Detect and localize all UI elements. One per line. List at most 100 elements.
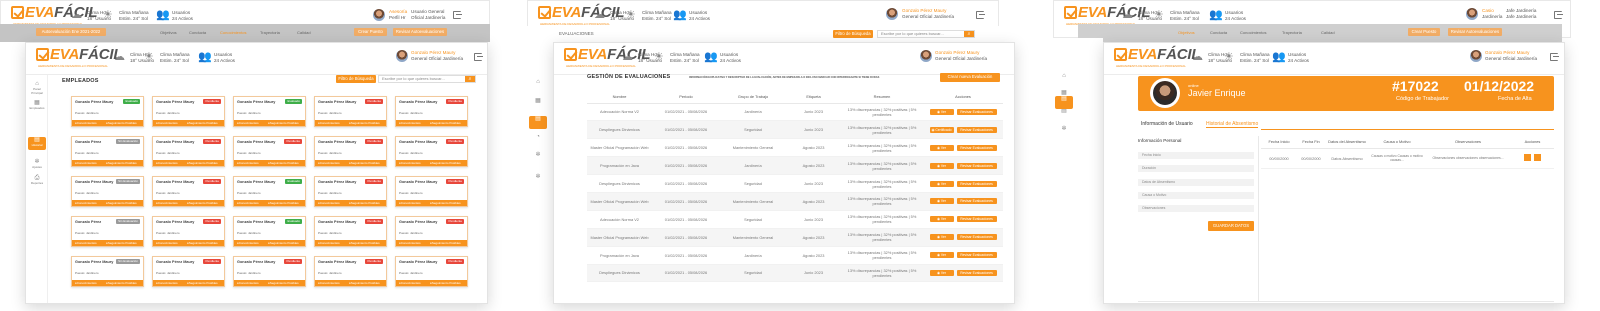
conocimientos-link[interactable]: ● Conocimientos: [318, 120, 340, 126]
review-button[interactable]: Revisar Evaluaciones: [956, 180, 997, 187]
seguimiento-link[interactable]: ● Seguimiento Posibles: [349, 120, 380, 126]
col-resumen[interactable]: Resumen: [841, 91, 923, 104]
conocimientos-link[interactable]: ● Conocimientos: [399, 160, 421, 166]
conocimientos-link[interactable]: ● Conocimientos: [156, 240, 178, 246]
employee-card[interactable]: Gonzalo Pérez Maury Evaluado Puesto: Jardi…: [233, 216, 306, 247]
seguimiento-link[interactable]: ● Seguimiento Posibles: [430, 160, 461, 166]
employee-card[interactable]: Gonzalo Pérez Maury Evaluado Puesto: Jardi…: [233, 96, 306, 127]
employee-card[interactable]: Gonzalo Pérez Maury Pendiente Puesto: Jard…: [395, 96, 468, 127]
employee-card[interactable]: Gonzalo Pérez Maury Pendiente Puesto: Jard…: [152, 176, 225, 207]
conocimientos-link[interactable]: ● Conocimientos: [399, 200, 421, 206]
employee-card[interactable]: Gonzalo Pérez Sin Evaluación Puesto: Jardi…: [71, 216, 144, 247]
tab-absences[interactable]: Historial de Absentismo: [1206, 121, 1259, 128]
filter-button-bg[interactable]: Filtro de Búsqueda: [833, 30, 873, 38]
seguimiento-link[interactable]: ● Seguimiento Posibles: [187, 200, 218, 206]
save-button[interactable]: GUARDAR DATOS: [1208, 221, 1254, 231]
avatar[interactable]: [1466, 8, 1478, 20]
conocimientos-link[interactable]: ● Conocimientos: [399, 280, 421, 286]
employee-card[interactable]: Gonzalo Pérez Maury Pendiente Puesto: Jard…: [233, 256, 306, 287]
conocimientos-link[interactable]: ● Conocimientos: [75, 200, 97, 206]
conocimientos-link[interactable]: ● Conocimientos: [75, 280, 97, 286]
seguimiento-link[interactable]: ● Seguimiento Posibles: [106, 120, 137, 126]
abs-col-start[interactable]: Fecha Inicio: [1261, 136, 1297, 149]
seguimiento-link[interactable]: ● Seguimiento Posibles: [268, 160, 299, 166]
col-nombre[interactable]: Nombre: [587, 91, 652, 104]
col-etiqueta[interactable]: Etiqueta: [786, 91, 841, 104]
seguimiento-link[interactable]: ● Seguimiento Posibles: [430, 120, 461, 126]
review-button[interactable]: Revisar Evaluaciones: [956, 144, 997, 151]
seguimiento-link[interactable]: ● Seguimiento Posibles: [187, 280, 218, 286]
employee-card[interactable]: Gonzalo Pérez Maury Sin Evaluación Puesto:…: [71, 176, 144, 207]
seguimiento-link[interactable]: ● Seguimiento Posibles: [349, 280, 380, 286]
view-button[interactable]: ◉ Ver: [929, 198, 954, 205]
avatar[interactable]: [920, 50, 932, 62]
autoeval-button[interactable]: Autoevaluación Ene 2021-2022: [36, 28, 106, 36]
seguimiento-link[interactable]: ● Seguimiento Posibles: [106, 160, 137, 166]
review-button[interactable]: Revisar Evaluaciones: [956, 252, 997, 259]
review-button[interactable]: Revisar Evaluaciones: [956, 162, 997, 169]
seguimiento-link[interactable]: ● Seguimiento Posibles: [187, 160, 218, 166]
sidebar-item-reportes[interactable]: ⎙ Reportes: [28, 175, 46, 188]
avatar[interactable]: [373, 9, 385, 21]
conocimientos-link[interactable]: ● Conocimientos: [237, 280, 259, 286]
conocimientos-link[interactable]: ● Conocimientos: [399, 120, 421, 126]
table-row[interactable]: Despliegues Dinámicos 01/02/2021 - 05/08/…: [587, 174, 1003, 193]
logout-icon[interactable]: [1554, 11, 1563, 19]
seguimiento-link[interactable]: ● Seguimiento Posibles: [430, 280, 461, 286]
conocimientos-link[interactable]: ● Conocimientos: [318, 240, 340, 246]
employee-card[interactable]: Gonzalo Pérez Maury Pendiente Puesto: Jard…: [152, 96, 225, 127]
edit-icon[interactable]: [1524, 154, 1531, 161]
table-row[interactable]: Master Oficial Programación Web 01/02/202…: [587, 228, 1003, 247]
review-button[interactable]: Revisar Evaluaciones: [956, 234, 997, 241]
delete-icon[interactable]: [1534, 154, 1541, 161]
logout-icon[interactable]: [976, 11, 985, 19]
conocimientos-link[interactable]: ● Conocimientos: [75, 240, 97, 246]
employee-card[interactable]: Gonzalo Pérez Maury Sin Evaluación Puesto:…: [71, 256, 144, 287]
seguimiento-link[interactable]: ● Seguimiento Posibles: [187, 240, 218, 246]
col-grupo[interactable]: Grupo de Trabajo: [720, 91, 786, 104]
seguimiento-link[interactable]: ● Seguimiento Posibles: [106, 240, 137, 246]
view-button[interactable]: ◉ Ver: [929, 216, 954, 223]
tab-user-info[interactable]: Información de Usuario: [1141, 121, 1193, 127]
conocimientos-link[interactable]: ● Conocimientos: [318, 200, 340, 206]
table-row[interactable]: Programación en Java 01/02/2021 - 05/08/2…: [587, 246, 1003, 265]
seguimiento-link[interactable]: ● Seguimiento Posibles: [268, 280, 299, 286]
table-row[interactable]: Adecuación Norma V2 01/02/2021 - 05/08/20…: [587, 210, 1003, 229]
seguimiento-link[interactable]: ● Seguimiento Posibles: [430, 200, 461, 206]
view-button[interactable]: ◉ Ver: [929, 269, 954, 276]
conocimientos-link[interactable]: ● Conocimientos: [318, 280, 340, 286]
review-button[interactable]: Revisar Evaluaciones: [956, 198, 997, 205]
conocimientos-link[interactable]: ● Conocimientos: [75, 160, 97, 166]
conocimientos-link[interactable]: ● Conocimientos: [318, 160, 340, 166]
abs-col-data[interactable]: Datos del Absentismo: [1325, 136, 1369, 149]
employee-card[interactable]: Gonzalo Pérez Maury Pendiente Puesto: Jard…: [152, 216, 225, 247]
logout-icon[interactable]: [474, 53, 483, 61]
revisar-autoevaluaciones-button[interactable]: Revisar Autoevaluaciones: [393, 28, 447, 36]
conocimientos-link[interactable]: ● Conocimientos: [156, 120, 178, 126]
logout-icon[interactable]: [1550, 53, 1559, 61]
conocimientos-link[interactable]: ● Conocimientos: [156, 200, 178, 206]
seguimiento-link[interactable]: ● Seguimiento Posibles: [268, 200, 299, 206]
seguimiento-link[interactable]: ● Seguimiento Posibles: [187, 120, 218, 126]
sidebar-item-ajustes[interactable]: ✲ Ajustes: [28, 159, 46, 172]
employee-card[interactable]: Gonzalo Pérez Maury Pendiente Puesto: Jard…: [314, 96, 387, 127]
tab-objetivos[interactable]: Objetivos: [160, 30, 177, 35]
seguimiento-link[interactable]: ● Seguimiento Posibles: [106, 200, 137, 206]
employee-card[interactable]: Gonzalo Pérez Maury Pendiente Puesto: Jard…: [395, 216, 468, 247]
tab-calidad[interactable]: Calidad: [297, 30, 311, 35]
tab-conocimientos[interactable]: Conocimientos: [220, 30, 246, 35]
conocimientos-link[interactable]: ● Conocimientos: [156, 160, 178, 166]
review-button[interactable]: Revisar Evaluaciones: [956, 269, 997, 276]
review-button[interactable]: Revisar Evaluaciones: [956, 126, 997, 133]
table-row[interactable]: Despliegues Dinámicos 01/02/2021 - 05/08/…: [587, 120, 1003, 140]
table-row[interactable]: Despliegues Dinámicos 01/02/2021 - 05/08/…: [587, 264, 1003, 283]
employee-card[interactable]: Gonzalo Pérez Maury Pendiente Puesto: Jard…: [314, 256, 387, 287]
employee-card[interactable]: Gonzalo Pérez Maury Pendiente Puesto: Jard…: [314, 136, 387, 167]
abs-col-end[interactable]: Fecha Fin: [1297, 136, 1325, 149]
view-button[interactable]: ◉ Certificado: [929, 126, 954, 133]
search-input[interactable]: Escribe por lo que quieres buscar... ⌕: [378, 75, 476, 83]
view-button[interactable]: ◉ Ver: [929, 234, 954, 241]
table-row[interactable]: Master Oficial Programación Web 01/02/202…: [587, 138, 1003, 158]
search-icon[interactable]: ⌕: [964, 31, 974, 37]
employee-card[interactable]: Gonzalo Pérez Maury Evaluado Puesto: Jardi…: [71, 96, 144, 127]
